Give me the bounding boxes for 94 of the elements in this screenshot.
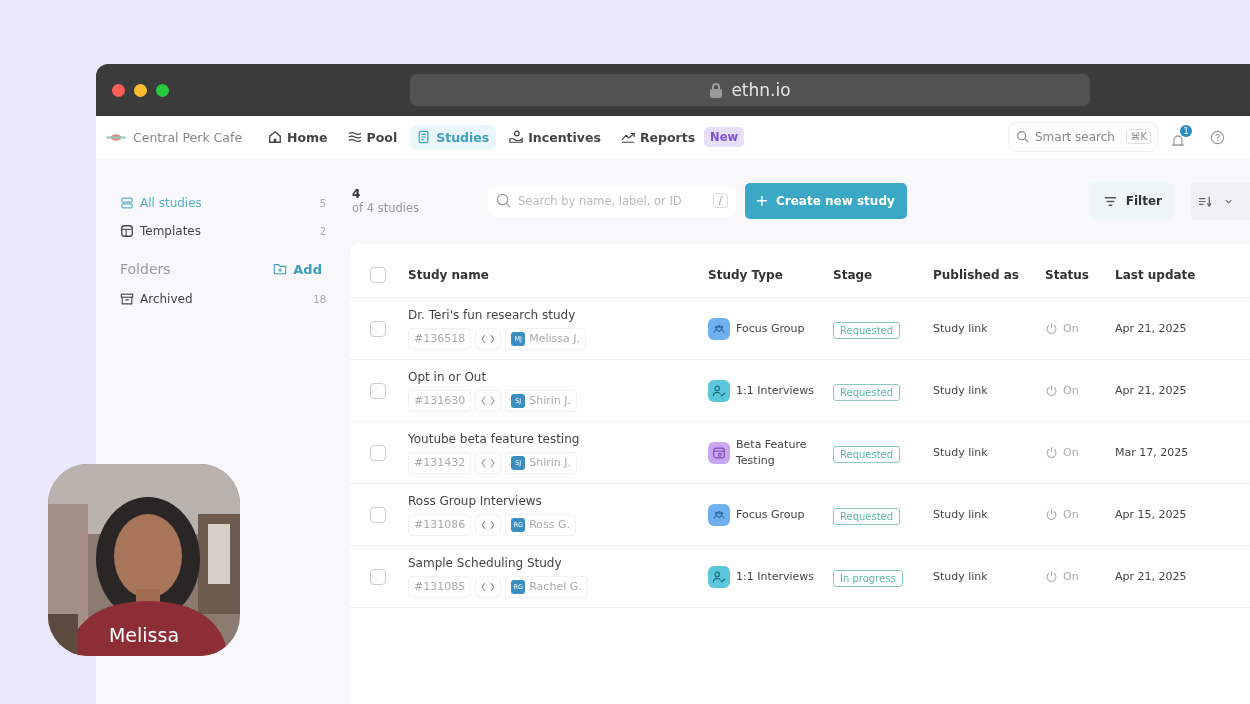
- study-count-caption: of 4 studies: [352, 201, 421, 215]
- video-caption: Melissa: [107, 624, 181, 646]
- study-id: #131086: [408, 513, 472, 536]
- study-type: Beta Feature Testing: [736, 436, 808, 469]
- bell-icon: [1170, 133, 1186, 149]
- power-icon: [1045, 508, 1058, 521]
- document-icon: [417, 130, 432, 144]
- nav-tab[interactable]: Reports: [613, 124, 703, 150]
- brand-logo-icon: [106, 132, 126, 142]
- power-icon: [1045, 570, 1058, 583]
- last-updated-date: Mar 17, 2025: [1115, 446, 1190, 459]
- hand-coin-icon: [509, 130, 524, 144]
- study-id: #131630: [408, 389, 472, 412]
- archive-box-icon: [120, 292, 134, 306]
- shortcut-key: /: [712, 193, 728, 208]
- study-name[interactable]: Dr. Teri's fun research study: [408, 307, 708, 322]
- nav-tab[interactable]: Home: [261, 124, 335, 150]
- column-header: Published as: [933, 267, 1020, 282]
- study-id: #136518: [408, 327, 472, 350]
- home-icon: [268, 130, 282, 144]
- study-name[interactable]: Ross Group Interviews: [408, 493, 708, 508]
- power-icon: [1045, 322, 1058, 335]
- stage-tag: Requested: [833, 507, 901, 525]
- row-checkbox[interactable]: [370, 506, 386, 523]
- study-id: #131432: [408, 451, 472, 474]
- column-header: Status: [1045, 267, 1090, 282]
- search-icon: [496, 193, 511, 208]
- stage-tag: Requested: [833, 445, 901, 463]
- column-header: Study name: [408, 267, 490, 282]
- select-all-checkbox[interactable]: [370, 266, 386, 283]
- column-header: Study Type: [708, 267, 784, 282]
- stage-tag: Requested: [833, 383, 901, 401]
- column-header: Last update: [1115, 267, 1197, 282]
- filter-button[interactable]: Filter: [1090, 182, 1174, 220]
- stack-icon: [120, 196, 134, 210]
- study-type: Focus Group: [736, 320, 805, 337]
- maximize-window-button[interactable]: [156, 83, 169, 97]
- help-icon[interactable]: [1210, 129, 1225, 145]
- study-count: 4: [352, 187, 362, 201]
- published-as: Study link: [933, 570, 989, 583]
- template-icon: [120, 224, 134, 238]
- waves-icon: [347, 130, 362, 144]
- published-as: Study link: [933, 446, 989, 459]
- last-updated-date: Apr 21, 2025: [1115, 322, 1188, 335]
- embed-code-icon[interactable]: [475, 513, 502, 536]
- lock-icon: [709, 82, 724, 98]
- published-as: Study link: [933, 508, 989, 521]
- group-icon: [708, 503, 730, 526]
- study-type: Focus Group: [736, 506, 805, 523]
- last-updated-date: Apr 21, 2025: [1115, 384, 1188, 397]
- study-name[interactable]: Opt in or Out: [408, 369, 708, 384]
- group-icon: [708, 317, 730, 340]
- notifications-button[interactable]: 1: [1170, 125, 1192, 149]
- published-as: Study link: [933, 384, 989, 397]
- workspace-name: Central Perk Cafe: [133, 129, 244, 145]
- trend-icon: [620, 130, 635, 144]
- embed-code-icon[interactable]: [475, 327, 502, 350]
- stage-tag: In progress: [833, 569, 903, 587]
- column-header: Stage: [833, 267, 874, 282]
- power-icon: [1045, 384, 1058, 397]
- study-name[interactable]: Youtube beta feature testing: [408, 431, 708, 446]
- nav-tab[interactable]: Incentives: [502, 124, 608, 150]
- search-icon: [1016, 130, 1029, 143]
- browser-icon: [708, 441, 730, 464]
- notification-count: 1: [1180, 125, 1192, 137]
- sidebar-item[interactable]: Templates 2: [120, 217, 326, 245]
- address-bar[interactable]: ethn.io: [410, 74, 1090, 106]
- embed-code-icon[interactable]: [475, 575, 502, 598]
- study-name[interactable]: Sample Scheduling Study: [408, 555, 708, 570]
- power-icon: [1045, 446, 1058, 459]
- embed-code-icon[interactable]: [475, 389, 502, 412]
- nav-tab[interactable]: Pool: [340, 124, 405, 150]
- embed-code-icon[interactable]: [475, 451, 502, 474]
- last-updated-date: Apr 15, 2025: [1115, 508, 1188, 521]
- study-id: #131085: [408, 575, 472, 598]
- folder-item[interactable]: Archived 18: [120, 285, 326, 313]
- person-check-icon: [708, 379, 730, 402]
- stage-tag: Requested: [833, 321, 901, 339]
- study-type: 1:1 Interviews: [736, 382, 815, 399]
- person-check-icon: [708, 565, 730, 588]
- study-type: 1:1 Interviews: [736, 568, 815, 585]
- published-as: Study link: [933, 322, 989, 335]
- close-window-button[interactable]: [112, 83, 125, 97]
- new-badge: New: [704, 127, 745, 147]
- row-checkbox[interactable]: [370, 444, 386, 461]
- sort-button[interactable]: [1190, 182, 1250, 220]
- last-updated-date: Apr 21, 2025: [1115, 570, 1188, 583]
- folder-plus-icon: [273, 262, 288, 276]
- row-checkbox[interactable]: [370, 568, 386, 585]
- row-checkbox[interactable]: [370, 320, 386, 337]
- shortcut-key: ⌘K: [1126, 129, 1151, 144]
- row-checkbox[interactable]: [370, 382, 386, 399]
- folders-heading: Folders: [120, 261, 171, 277]
- minimize-window-button[interactable]: [134, 83, 147, 97]
